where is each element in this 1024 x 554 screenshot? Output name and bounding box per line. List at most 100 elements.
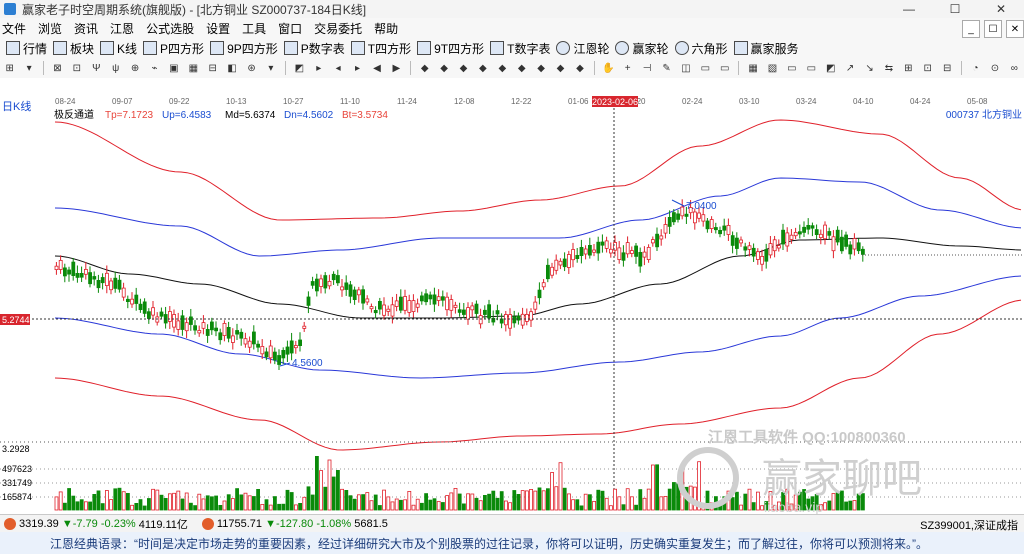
drawing-tool-icon[interactable]: ⊠ bbox=[50, 60, 65, 76]
drawing-tool-icon[interactable]: ⌁ bbox=[147, 60, 162, 76]
drawing-tool-icon[interactable]: Ψ bbox=[89, 60, 104, 76]
volume-bar bbox=[63, 502, 67, 511]
menu-info[interactable]: 资讯 bbox=[74, 20, 98, 37]
menu-trade[interactable]: 交易委托 bbox=[314, 20, 362, 37]
drawing-tool-icon[interactable]: + bbox=[620, 60, 635, 76]
drawing-tool-icon[interactable]: ◧ bbox=[224, 60, 239, 76]
menu-gann[interactable]: 江恩 bbox=[110, 20, 134, 37]
drawing-tool-icon[interactable]: ▸ bbox=[350, 60, 365, 76]
drawing-tool-icon[interactable]: ✋ bbox=[601, 60, 616, 76]
menu-tools[interactable]: 工具 bbox=[242, 20, 266, 37]
close-button[interactable]: ✕ bbox=[978, 0, 1024, 18]
drawing-tool-icon[interactable]: ⊟ bbox=[939, 60, 954, 76]
watermark-sub: iiaoba.vip bbox=[764, 499, 823, 514]
drawing-tool-icon[interactable]: ↗ bbox=[842, 60, 857, 76]
candle-body bbox=[272, 351, 277, 361]
candle-body bbox=[260, 345, 265, 355]
sh-index[interactable]: 3319.39 ▼-7.79 -0.23% 4119.11亿 bbox=[4, 516, 188, 532]
gann-wheel-button[interactable]: 江恩轮 bbox=[556, 40, 609, 57]
drawing-tool-icon[interactable]: ◆ bbox=[417, 60, 432, 76]
9t-square-button[interactable]: 9T四方形 bbox=[417, 40, 484, 57]
menu-window[interactable]: 窗口 bbox=[278, 20, 302, 37]
drawing-tool-icon[interactable]: ▭ bbox=[717, 60, 732, 76]
drawing-tool-icon[interactable]: ⊣ bbox=[639, 60, 654, 76]
drawing-tool-icon[interactable]: ⊞ bbox=[901, 60, 916, 76]
t-square-button[interactable]: T四方形 bbox=[350, 40, 411, 57]
9p-square-button[interactable]: 9P四方形 bbox=[210, 40, 278, 57]
volume-bar bbox=[151, 488, 156, 511]
drawing-tool-icon[interactable]: ▾ bbox=[263, 60, 278, 76]
drawing-tool-icon[interactable]: ⊞ bbox=[2, 60, 17, 76]
candle-body bbox=[386, 308, 391, 312]
winner-wheel-button[interactable]: 赢家轮 bbox=[615, 40, 669, 57]
drawing-tool-icon[interactable]: ◆ bbox=[456, 60, 471, 76]
volume-bar bbox=[377, 505, 382, 511]
drawing-tool-icon[interactable]: ◂ bbox=[330, 60, 345, 76]
drawing-tool-icon[interactable]: ▾ bbox=[21, 60, 36, 76]
drawing-tool-icon[interactable]: ↘ bbox=[862, 60, 877, 76]
menu-browse[interactable]: 浏览 bbox=[38, 20, 62, 37]
volume-bar bbox=[541, 490, 546, 511]
menu-formula[interactable]: 公式选股 bbox=[146, 20, 194, 37]
volume-bar bbox=[432, 498, 437, 511]
drawing-tool-icon[interactable]: ▸ bbox=[311, 60, 326, 76]
drawing-tool-icon[interactable]: ▭ bbox=[784, 60, 799, 76]
drawing-tool-icon[interactable]: ⊡ bbox=[920, 60, 935, 76]
x-tick-label: 11-24 bbox=[397, 97, 417, 106]
drawing-tool-icon[interactable]: ⊟ bbox=[205, 60, 220, 76]
drawing-tool-icon[interactable]: ▧ bbox=[765, 60, 780, 76]
sector-button[interactable]: 板块 bbox=[53, 40, 94, 57]
drawing-tool-icon[interactable]: ⊛ bbox=[244, 60, 259, 76]
drawing-tool-icon[interactable]: ◆ bbox=[553, 60, 568, 76]
volume-bar bbox=[604, 497, 609, 511]
volume-bar bbox=[390, 501, 395, 511]
kline-chart[interactable]: 08-24 09-07 09-22 10-13 10-27 11-10 11-24 12-08… bbox=[0, 78, 1024, 515]
drawing-tool-icon[interactable]: ◩ bbox=[292, 60, 307, 76]
menu-settings[interactable]: 设置 bbox=[206, 20, 230, 37]
drawing-tool-icon[interactable]: ◀ bbox=[369, 60, 384, 76]
candle-body bbox=[588, 244, 592, 256]
chart-svg[interactable]: 08-24 09-07 09-22 10-13 10-27 11-10 11-24 12-08… bbox=[0, 78, 1024, 515]
mdi-close-button[interactable]: ✕ bbox=[1006, 20, 1024, 38]
drawing-tool-icon[interactable]: ψ bbox=[108, 60, 123, 76]
maximize-button[interactable]: ☐ bbox=[932, 0, 978, 18]
drawing-tool-icon[interactable]: ▦ bbox=[186, 60, 201, 76]
drawing-tool-icon[interactable]: ◆ bbox=[475, 60, 490, 76]
menu-file[interactable]: 文件 bbox=[2, 20, 26, 37]
drawing-tool-icon[interactable]: ▭ bbox=[698, 60, 713, 76]
drawing-tool-icon[interactable]: ▦ bbox=[745, 60, 760, 76]
drawing-tool-icon[interactable]: ✎ bbox=[659, 60, 674, 76]
candle-body bbox=[735, 237, 739, 249]
mdi-minimize-button[interactable]: _ bbox=[962, 20, 980, 38]
p-square-button[interactable]: P四方形 bbox=[143, 40, 204, 57]
drawing-tool-icon[interactable]: ∞ bbox=[1007, 60, 1022, 76]
sz-index[interactable]: 11755.71 ▼-127.80 -1.08% 5681.5 bbox=[201, 518, 388, 530]
drawing-tool-icon[interactable]: ◆ bbox=[514, 60, 529, 76]
quotes-button[interactable]: 行情 bbox=[6, 40, 47, 57]
drawing-tool-icon[interactable]: ▭ bbox=[804, 60, 819, 76]
menu-help[interactable]: 帮助 bbox=[374, 20, 398, 37]
volume-bar bbox=[621, 504, 626, 511]
drawing-tool-icon[interactable]: ⇆ bbox=[881, 60, 896, 76]
kline-button[interactable]: K线 bbox=[100, 40, 137, 57]
drawing-tool-icon[interactable]: ◆ bbox=[436, 60, 451, 76]
drawing-tool-icon[interactable]: ⊕ bbox=[127, 60, 142, 76]
drawing-tool-icon[interactable]: ◔ bbox=[968, 60, 983, 76]
drawing-tool-icon[interactable]: ◫ bbox=[678, 60, 693, 76]
drawing-tool-icon[interactable]: ▣ bbox=[166, 60, 181, 76]
drawing-tool-icon[interactable]: ◩ bbox=[823, 60, 838, 76]
t-number-table-button[interactable]: T数字表 bbox=[490, 40, 550, 57]
p-number-table-button[interactable]: P数字表 bbox=[283, 40, 345, 57]
drawing-tool-icon[interactable]: ⊙ bbox=[987, 60, 1002, 76]
hexagon-button[interactable]: 六角形 bbox=[674, 40, 728, 57]
drawing-tool-icon[interactable]: ▶ bbox=[389, 60, 404, 76]
minimize-button[interactable]: — bbox=[886, 0, 932, 18]
mdi-restore-button[interactable]: ☐ bbox=[984, 20, 1002, 38]
winner-service-button[interactable]: 赢家服务 bbox=[733, 40, 799, 57]
x-tick-label: 05-08 bbox=[967, 97, 988, 106]
drawing-tool-icon[interactable]: ◆ bbox=[533, 60, 548, 76]
candle-body bbox=[508, 314, 513, 329]
drawing-tool-icon[interactable]: ◆ bbox=[495, 60, 510, 76]
drawing-tool-icon[interactable]: ⊡ bbox=[69, 60, 84, 76]
drawing-tool-icon[interactable]: ◆ bbox=[572, 60, 587, 76]
